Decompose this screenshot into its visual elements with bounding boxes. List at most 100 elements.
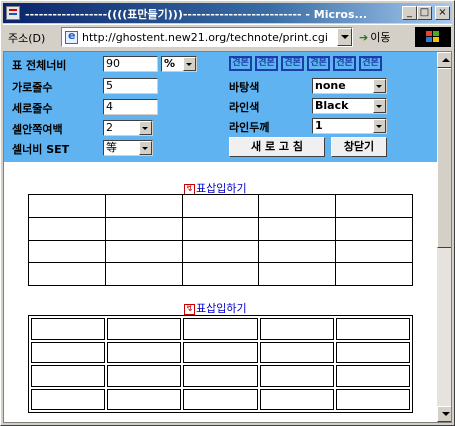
bgcolor-label: 바탕색 — [229, 81, 260, 94]
table-settings-form: 표 전체너비 90 % 가로줄수 5 세로줄수 4 셀안쪽여백 2 셀너비 SE… — [4, 52, 437, 162]
padding-label: 셀안쪽여백 — [12, 123, 63, 136]
browser-window: ------------------((((표만들기)))-----------… — [0, 0, 455, 426]
linewidth-value: 1 — [315, 119, 323, 132]
table-cell — [183, 341, 258, 363]
chevron-down-icon — [139, 141, 152, 155]
preview-table-1 — [28, 194, 413, 286]
table-cell — [31, 388, 106, 410]
go-button[interactable]: ➔ 이동 — [359, 29, 390, 45]
linecolor-select[interactable]: Black — [312, 98, 387, 114]
table-cell — [258, 216, 337, 241]
linecolor-value: Black — [315, 99, 349, 112]
table-cell — [104, 216, 183, 241]
table-cell — [31, 341, 106, 363]
bgcolor-value: none — [315, 79, 346, 92]
table-insert-icon: ↯ — [184, 303, 195, 315]
table-cell — [335, 216, 413, 241]
maximize-button[interactable]: □ — [417, 6, 432, 20]
table-cell — [28, 262, 106, 286]
scroll-up-button[interactable] — [437, 52, 451, 68]
table-cell — [259, 365, 334, 387]
close-popup-button[interactable]: 창닫기 — [331, 137, 387, 157]
linewidth-select[interactable]: 1 — [312, 118, 387, 134]
refresh-button[interactable]: 새 로 고 침 — [229, 137, 325, 157]
address-input[interactable]: http://ghostent.new21.org/technote/print… — [61, 27, 353, 47]
rows-label: 세로줄수 — [12, 102, 53, 115]
sample-style-3[interactable]: 견본 — [281, 56, 304, 71]
cell-width-select[interactable]: 等 — [103, 140, 153, 156]
padding-select[interactable]: 2 — [103, 120, 153, 136]
table-cell — [107, 341, 182, 363]
table-row — [28, 239, 413, 264]
width-unit-value: % — [164, 57, 176, 70]
table-insert-icon: ↯ — [184, 183, 195, 195]
table-row — [28, 194, 413, 218]
table-cell — [183, 388, 258, 410]
scroll-thumb[interactable] — [437, 68, 451, 248]
table-cell — [258, 239, 337, 264]
window-title: ------------------((((표만들기)))-----------… — [25, 8, 368, 21]
page-content: 표 전체너비 90 % 가로줄수 5 세로줄수 4 셀안쪽여백 2 셀너비 SE… — [3, 51, 452, 423]
sample-style-1[interactable]: 견본 — [229, 56, 252, 71]
table-width-input[interactable]: 90 — [103, 56, 158, 72]
linewidth-label: 라인두께 — [229, 121, 270, 134]
table-cell — [259, 318, 334, 340]
preview-table-2 — [28, 315, 413, 413]
app-icon — [6, 6, 20, 20]
sample-style-4[interactable]: 견본 — [307, 56, 330, 71]
table-cell — [181, 216, 260, 241]
table-row — [31, 341, 410, 363]
chevron-down-icon — [373, 79, 386, 93]
title-bar[interactable]: ------------------((((표만들기)))-----------… — [3, 3, 452, 23]
table-cell — [183, 365, 258, 387]
scroll-down-button[interactable] — [437, 406, 451, 422]
sample-style-2[interactable]: 견본 — [255, 56, 278, 71]
width-unit-select[interactable]: % — [161, 56, 197, 72]
table-cell — [107, 318, 182, 340]
chevron-down-icon — [373, 99, 386, 113]
table-cell — [104, 239, 183, 264]
insert-table-link[interactable]: ↯ 표삽입하기 — [184, 300, 247, 316]
table-cell — [181, 194, 260, 218]
close-window-button[interactable]: × — [435, 6, 450, 20]
minimize-button[interactable]: _ — [402, 6, 417, 20]
table-row — [28, 216, 413, 241]
address-url[interactable]: http://ghostent.new21.org/technote/print… — [82, 31, 332, 44]
table-cell — [31, 365, 106, 387]
table-row — [31, 388, 410, 410]
cols-input[interactable]: 5 — [103, 78, 158, 94]
table-cell — [335, 262, 413, 286]
chevron-down-icon — [373, 119, 386, 133]
table-cell — [181, 239, 260, 264]
table-cell — [258, 262, 337, 286]
table-cell — [31, 318, 106, 340]
vertical-scrollbar[interactable] — [437, 52, 451, 422]
table-cell — [335, 341, 410, 363]
table-cell — [181, 262, 260, 286]
table-cell — [335, 194, 413, 218]
table-cell — [107, 388, 182, 410]
address-label: 주소(D) — [8, 32, 46, 45]
table-row — [28, 262, 413, 286]
sample-style-5[interactable]: 견본 — [333, 56, 356, 71]
table-cell — [259, 388, 334, 410]
table-cell — [107, 365, 182, 387]
table-cell — [28, 239, 106, 264]
table-cell — [28, 194, 106, 218]
go-arrow-icon: ➔ — [359, 31, 369, 44]
rows-input[interactable]: 4 — [103, 99, 158, 115]
bgcolor-select[interactable]: none — [312, 78, 387, 94]
address-dropdown-button[interactable] — [337, 28, 352, 46]
sample-style-6[interactable]: 견본 — [359, 56, 382, 71]
table-cell — [183, 318, 258, 340]
chevron-down-icon — [139, 121, 152, 135]
table-width-label: 표 전체너비 — [12, 59, 67, 72]
table-cell — [335, 239, 413, 264]
cell-width-value: 等 — [106, 141, 117, 154]
cell-width-label: 셀너비 SET — [12, 143, 70, 156]
address-toolbar: 주소(D) http://ghostent.new21.org/technote… — [3, 24, 452, 49]
table-row — [31, 365, 410, 387]
table-cell — [28, 216, 106, 241]
table-cell — [335, 388, 410, 410]
insert-table-label: 표삽입하기 — [196, 302, 247, 315]
